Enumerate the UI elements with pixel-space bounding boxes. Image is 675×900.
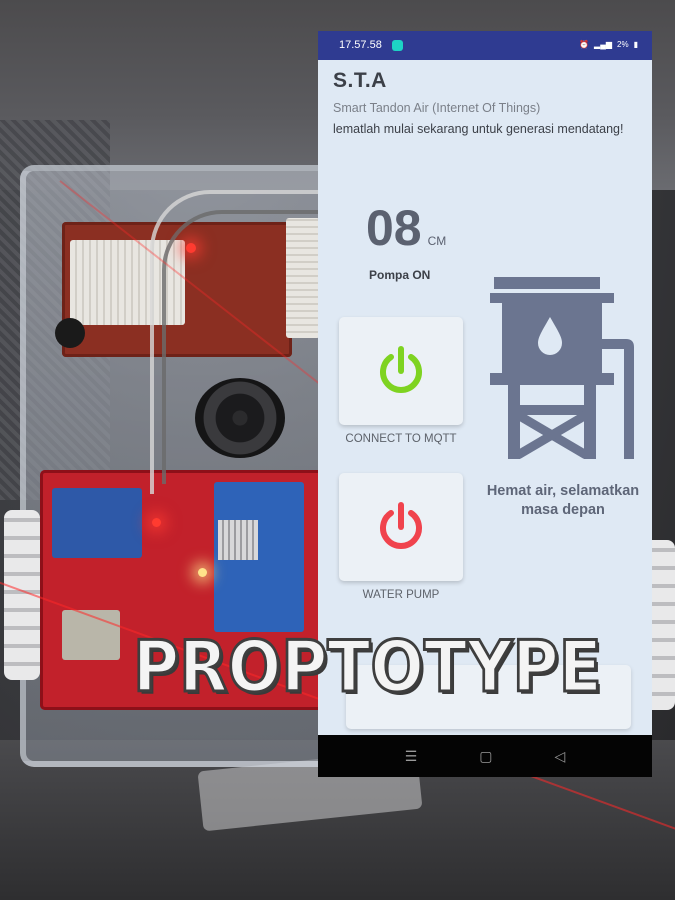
heatsink [218, 520, 258, 560]
power-icon [380, 346, 422, 393]
back-button[interactable]: ◁ [555, 748, 566, 765]
distance-unit: CM [427, 234, 447, 248]
tank-caption: Hemat air, selamatkan masa depan [486, 483, 640, 518]
battery-text: 2% [617, 40, 629, 49]
power-icon [380, 502, 422, 549]
status-bar: 17.57.58 ⏰ ▂▄▆ 2% ▮ [318, 31, 652, 60]
connect-mqtt-label: CONNECT TO MQTT [345, 433, 457, 445]
navigation-bar: ☰ ▢ ◁ [318, 735, 652, 777]
alarm-icon: ⏰ [579, 40, 590, 49]
distance-value: 08 [366, 200, 422, 256]
water-pump-label: WATER PUMP [362, 589, 440, 601]
battery-icon: ▮ [633, 40, 638, 49]
chat-notification-icon [392, 40, 403, 51]
buzzer [55, 318, 85, 348]
recent-apps-button[interactable]: ☰ [405, 748, 418, 765]
led-light [152, 518, 161, 527]
status-time: 17.57.58 [339, 39, 382, 51]
water-tank-icon [490, 277, 634, 459]
app-title: S.T.A [333, 69, 387, 92]
signal-icon: ▂▄▆ [594, 40, 613, 49]
wifi-module [62, 610, 120, 660]
blue-module [52, 488, 142, 558]
app-slogan: lematlah mulai sekarang untuk generasi m… [333, 122, 624, 136]
home-button[interactable]: ▢ [479, 748, 492, 765]
led-light [186, 243, 196, 253]
connect-mqtt-button[interactable] [339, 317, 463, 425]
prototype-overlay-text: PROPTOTYPE [132, 626, 603, 708]
led-light [198, 568, 207, 577]
distance-readout: 08 CM [366, 199, 446, 257]
status-icons: ⏰ ▂▄▆ 2% ▮ [579, 40, 638, 49]
app-subtitle: Smart Tandon Air (Internet Of Things) [333, 101, 541, 115]
water-pump-button[interactable] [339, 473, 463, 581]
pump-status: Pompa ON [369, 268, 431, 282]
